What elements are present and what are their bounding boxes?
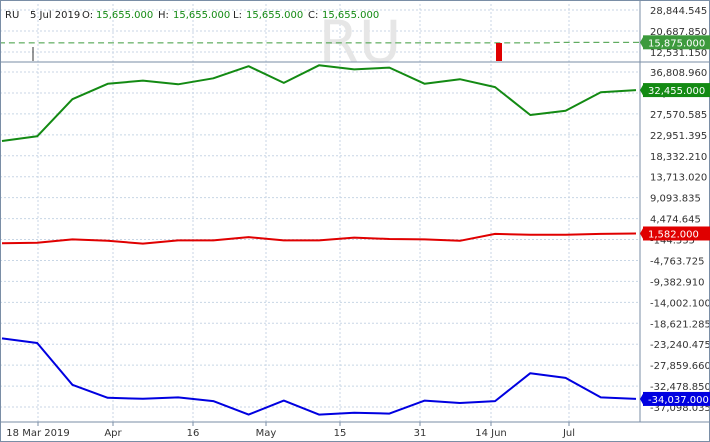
bottom-y-tick-label: 18,332.210 (650, 152, 707, 163)
x-tick-label: 18 Mar 2019 (6, 428, 69, 439)
top-y-tick-label: 28,844.545 (650, 6, 707, 17)
last-value-label: 1,582.000 (648, 229, 699, 240)
bottom-y-tick-label: -4,763.725 (650, 256, 705, 267)
bottom-y-tick-label: 4,474.645 (650, 215, 701, 226)
header-open-label: O: (82, 10, 93, 21)
header-close-value: 15,655.000 (322, 10, 379, 21)
bottom-y-tick-label: 36,808.960 (650, 68, 707, 79)
bottom-y-tick-label: 13,713.020 (650, 173, 707, 184)
x-tick-label: 14 Jun (475, 428, 507, 439)
bottom-y-tick-label: -9,382.910 (650, 277, 705, 288)
x-tick-label: 16 (187, 428, 200, 439)
bottom-y-tick-label: 27,570.585 (650, 110, 707, 121)
header-close-label: C: (308, 10, 318, 21)
last-value-label: 32,455.000 (648, 86, 705, 97)
x-tick-label: Apr (104, 428, 122, 439)
x-tick-label: 15 (334, 428, 347, 439)
header-low-label: L: (233, 10, 242, 21)
top-last-value-label: 15,875.000 (648, 38, 705, 49)
header-high-value: 15,655.000 (173, 10, 230, 21)
bottom-y-tick-label: -23,240.475 (650, 340, 710, 351)
bottom-y-tick-label: -14,002.100 (650, 298, 710, 309)
bottom-y-tick-label: -27,859.660 (650, 361, 710, 372)
volume-bar-marker (496, 43, 502, 61)
last-value-label: -34,037.000 (648, 395, 709, 406)
x-tick-label: May (256, 428, 277, 439)
chart-svg: RU 28,844.54520,687.85012,531.15036,808.… (0, 0, 710, 442)
top-y-tick-label: 12,531.150 (650, 48, 707, 59)
header-open-value: 15,655.000 (96, 10, 153, 21)
header-low-value: 15,655.000 (246, 10, 303, 21)
bottom-y-tick-label: -18,621.285 (650, 319, 710, 330)
x-tick-label: 31 (414, 428, 427, 439)
bottom-y-tick-label: 22,951.395 (650, 131, 707, 142)
header-high-label: H: (158, 10, 169, 21)
header-date: 5 Jul 2019 (30, 10, 80, 21)
chart-root: RU 28,844.545 20,687.850 12,531.150 36,808.… (0, 0, 710, 442)
ohlc-header: RU 5 Jul 2019 O: 15,655.000 H: 15,655.00… (5, 10, 379, 21)
bottom-y-tick-label: -32,478.850 (650, 382, 710, 393)
header-symbol: RU (5, 10, 19, 21)
bottom-y-tick-label: 9,093.835 (650, 194, 701, 205)
x-tick-label: Jul (562, 428, 575, 439)
